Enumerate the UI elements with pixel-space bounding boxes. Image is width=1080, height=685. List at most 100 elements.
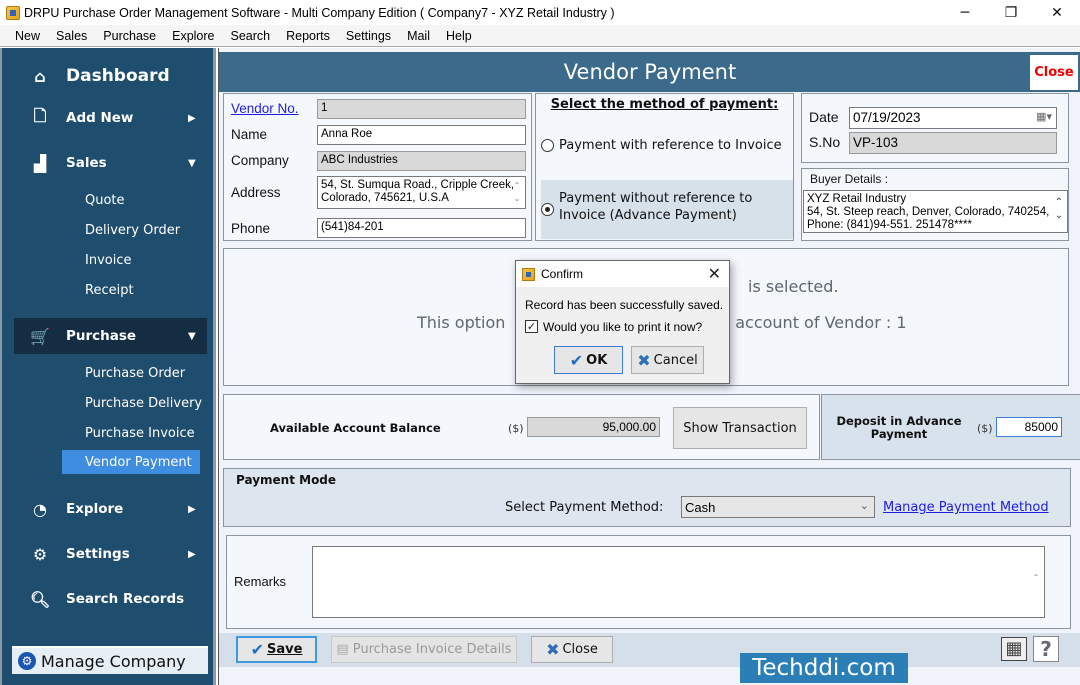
info-message-line2-left: This option bbox=[417, 313, 506, 332]
balance-panel: Available Account Balance ($) 95,000.00 … bbox=[223, 394, 820, 460]
chevron-right-icon: ▶ bbox=[188, 503, 196, 515]
buyer-details-label: Buyer Details : bbox=[810, 172, 889, 186]
sidebar-item-settings[interactable]: ⚙ Settings ▶ bbox=[2, 536, 213, 572]
menu-new[interactable]: New bbox=[0, 29, 48, 43]
search-icon: 🔍︎ bbox=[30, 589, 51, 609]
chevron-right-icon: ▶ bbox=[188, 548, 196, 560]
menu-help[interactable]: Help bbox=[438, 29, 480, 43]
sidebar-item-add-new[interactable]: 🗋 Add New ▶ bbox=[2, 100, 213, 136]
sidebar-item-purchase-delivery[interactable]: Purchase Delivery bbox=[85, 391, 202, 415]
window-title: DRPU Purchase Order Management Software … bbox=[24, 5, 615, 20]
manage-payment-method-link[interactable]: Manage Payment Method bbox=[883, 500, 1049, 515]
pie-chart-icon: ◔ bbox=[33, 499, 47, 519]
sidebar-item-label: Purchase bbox=[66, 328, 137, 344]
sidebar-item-purchase-order[interactable]: Purchase Order bbox=[85, 361, 185, 385]
dialog-ok-button[interactable]: ✔ OK bbox=[554, 346, 623, 374]
radio-with-invoice-label[interactable]: Payment with reference to Invoice bbox=[559, 137, 782, 154]
deposit-label-line2: Payment bbox=[870, 427, 928, 441]
menu-settings[interactable]: Settings bbox=[338, 29, 399, 43]
calendar-dropdown-icon[interactable]: ▦▾ bbox=[1036, 110, 1052, 123]
print-now-label[interactable]: Would you like to print it now? bbox=[543, 320, 702, 334]
manage-company-label: Manage Company bbox=[41, 651, 186, 671]
address-field[interactable]: 54, St. Sumqua Road., Cripple Creek, Col… bbox=[317, 176, 526, 209]
payment-method-panel: Select the method of payment: Payment wi… bbox=[535, 93, 794, 241]
watermark: Techddi.com bbox=[740, 653, 908, 683]
buyer-scrollbar[interactable]: ⌃ ⌄ bbox=[1053, 196, 1065, 222]
sidebar-item-label: Explore bbox=[66, 501, 124, 517]
payment-method-heading: Select the method of payment: bbox=[550, 97, 779, 112]
dialog-close-icon[interactable]: ✕ bbox=[708, 264, 721, 283]
vendor-no-link[interactable]: Vendor No. bbox=[231, 101, 299, 116]
help-icon[interactable]: ? bbox=[1033, 636, 1059, 662]
company-field: ABC Industries bbox=[317, 151, 526, 171]
balance-currency: ($) bbox=[508, 422, 524, 435]
checkmark-icon: ✔ bbox=[250, 640, 264, 659]
menu-explore[interactable]: Explore bbox=[164, 29, 222, 43]
deposit-amount-field[interactable]: 85000 bbox=[996, 417, 1062, 437]
name-label: Name bbox=[231, 127, 268, 142]
footer-bar: ✔ Save ▤ Purchase Invoice Details ✖ Clos… bbox=[219, 633, 1080, 667]
sno-field: VP-103 bbox=[849, 132, 1057, 154]
buyer-line-2: 54, St. Steep reach, Denver, Colorado, 7… bbox=[807, 206, 1050, 218]
sidebar-item-receipt[interactable]: Receipt bbox=[85, 278, 134, 302]
close-button[interactable]: ✖ Close bbox=[531, 636, 613, 663]
save-button[interactable]: ✔ Save bbox=[236, 636, 317, 663]
purchase-invoice-details-label: Purchase Invoice Details bbox=[352, 642, 512, 657]
show-transaction-button[interactable]: Show Transaction bbox=[673, 407, 807, 449]
buyer-details-field[interactable]: XYZ Retail Industry 54, St. Steep reach,… bbox=[803, 190, 1068, 233]
dialog-titlebar: Confirm ✕ bbox=[516, 261, 729, 287]
date-panel: Date 07/19/2023 ▦▾ S.No VP-103 bbox=[801, 93, 1069, 163]
sidebar-item-label: Add New bbox=[66, 110, 134, 126]
menu-reports[interactable]: Reports bbox=[278, 29, 338, 43]
menu-mail[interactable]: Mail bbox=[399, 29, 438, 43]
remarks-scrollbar[interactable]: ⌃⌄ bbox=[1030, 552, 1042, 617]
sidebar-item-vendor-payment[interactable]: Vendor Payment bbox=[62, 450, 200, 474]
radio-with-invoice[interactable] bbox=[541, 139, 554, 152]
phone-label: Phone bbox=[231, 221, 271, 236]
buyer-details-panel: Buyer Details : XYZ Retail Industry 54, … bbox=[801, 168, 1069, 241]
home-icon: ⌂ bbox=[34, 66, 46, 86]
cart-icon: 🛒 bbox=[30, 326, 50, 346]
window-close-button[interactable]: ✕ bbox=[1034, 0, 1080, 25]
phone-field[interactable]: (541)84-201 bbox=[317, 218, 526, 238]
menu-search[interactable]: Search bbox=[223, 29, 279, 43]
sidebar-item-purchase[interactable]: 🛒 Purchase ▼ bbox=[14, 318, 207, 354]
sidebar-item-explore[interactable]: ◔ Explore ▶ bbox=[2, 491, 213, 527]
sidebar-item-label: Search Records bbox=[66, 591, 185, 607]
print-now-checkbox[interactable]: ✓ bbox=[525, 320, 538, 333]
dialog-cancel-button[interactable]: ✖ Cancel bbox=[631, 346, 704, 374]
sidebar-item-label: Dashboard bbox=[66, 66, 170, 86]
confirm-dialog: Confirm ✕ Record has been successfully s… bbox=[515, 260, 730, 384]
restore-button[interactable]: ❐ bbox=[988, 0, 1034, 25]
radio-advance-payment[interactable] bbox=[541, 203, 554, 216]
address-label: Address bbox=[231, 185, 281, 200]
available-balance-label: Available Account Balance bbox=[270, 421, 441, 435]
dialog-message: Record has been successfully saved. bbox=[525, 298, 724, 312]
date-picker[interactable]: 07/19/2023 ▦▾ bbox=[849, 107, 1057, 129]
advance-payment-option[interactable]: Payment without reference to Invoice (Ad… bbox=[541, 180, 793, 239]
remarks-field[interactable]: ⌃⌄ bbox=[312, 546, 1045, 618]
payment-method-select[interactable]: Cash ⌄ bbox=[681, 496, 875, 518]
gear-icon: ⚙ bbox=[18, 652, 36, 670]
manage-company-button[interactable]: ⚙ Manage Company bbox=[12, 646, 208, 674]
app-icon bbox=[6, 5, 20, 20]
address-scrollbar[interactable]: ⌃ ⌄ bbox=[511, 179, 523, 205]
sidebar-item-invoice[interactable]: Invoice bbox=[85, 248, 131, 272]
close-page-button[interactable]: Close bbox=[1030, 55, 1078, 90]
remarks-panel: Remarks ⌃⌄ bbox=[226, 535, 1071, 629]
buyer-line-3: Phone: (841)94-551. 251478**** bbox=[807, 219, 972, 231]
sidebar-item-dashboard[interactable]: ⌂ Dashboard bbox=[2, 58, 213, 94]
minimize-button[interactable]: ─ bbox=[942, 0, 988, 25]
sidebar-item-sales[interactable]: ▟ Sales ▼ bbox=[2, 145, 213, 181]
name-field[interactable]: Anna Roe bbox=[317, 125, 526, 145]
buyer-line-1: XYZ Retail Industry bbox=[807, 193, 907, 205]
close-x-icon: ✖ bbox=[546, 640, 560, 659]
sidebar-item-label: Sales bbox=[66, 155, 107, 171]
sidebar-item-purchase-invoice[interactable]: Purchase Invoice bbox=[85, 421, 195, 445]
calculator-icon[interactable]: ▦ bbox=[1001, 637, 1027, 661]
sidebar-item-search-records[interactable]: 🔍︎ Search Records bbox=[2, 581, 213, 617]
menu-purchase[interactable]: Purchase bbox=[95, 29, 164, 43]
menu-sales[interactable]: Sales bbox=[48, 29, 95, 43]
sidebar-item-delivery-order[interactable]: Delivery Order bbox=[85, 218, 180, 242]
sidebar-item-quote[interactable]: Quote bbox=[85, 188, 125, 212]
